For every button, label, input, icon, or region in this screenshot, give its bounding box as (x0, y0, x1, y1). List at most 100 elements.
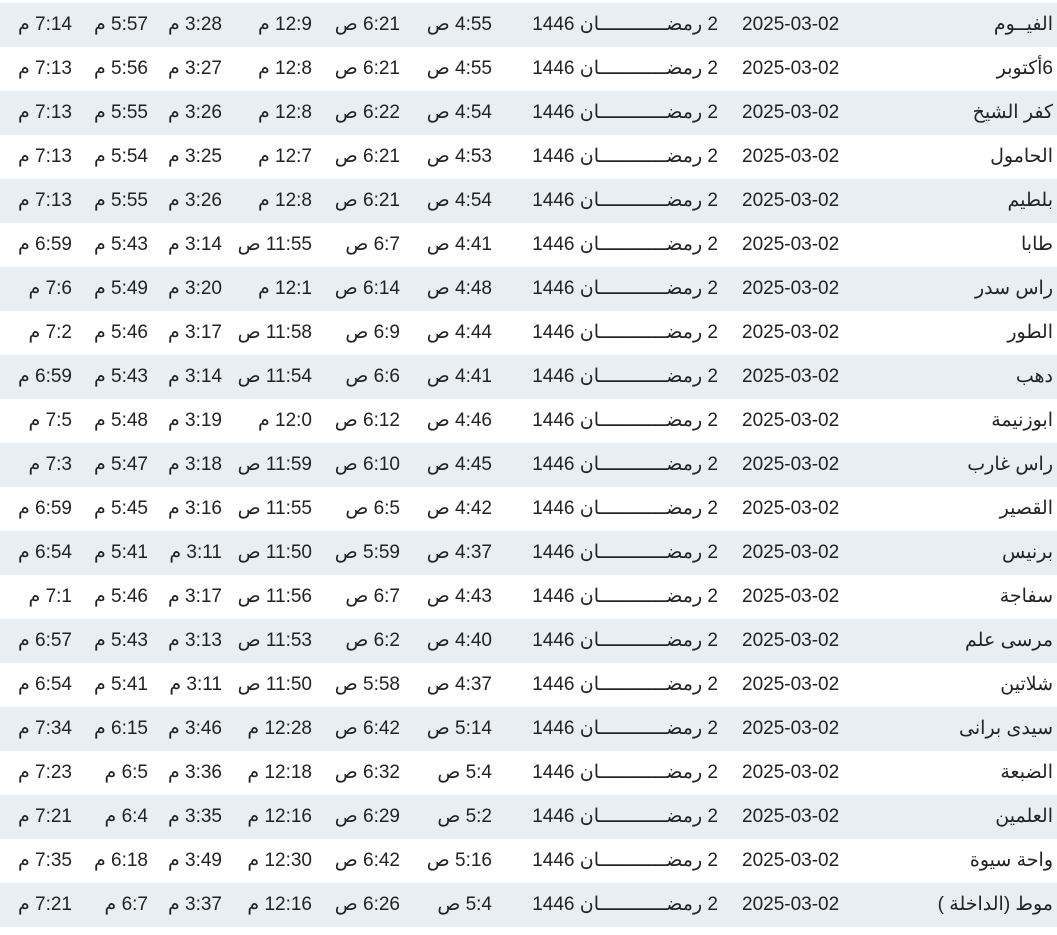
gregorian-date-cell: 2025-03-02 (742, 806, 840, 827)
maghrib-time-cell: 5:56 م (93, 58, 148, 79)
city-cell: 6أكتوبر (996, 58, 1053, 79)
gregorian-date-cell: 2025-03-02 (742, 542, 840, 563)
isha-time-cell: 7:21 م (17, 894, 72, 915)
table-row: راس غارب 2025-03-02 2 رمضــــــــــــان 14… (0, 443, 1057, 487)
city-cell: موط (الداخلة ) (937, 894, 1053, 915)
city-cell: الطور (1007, 322, 1053, 343)
maghrib-time-cell: 5:55 م (93, 102, 148, 123)
fajr-time-cell: 4:37 ص (426, 674, 492, 695)
hijri-date-cell: 2 رمضــــــــــــان 1446 (532, 14, 718, 35)
isha-time-cell: 6:59 م (17, 234, 72, 255)
table-row: العلمين 2025-03-02 2 رمضــــــــــــان 144… (0, 795, 1057, 839)
isha-time-cell: 6:57 م (17, 630, 72, 651)
isha-time-cell: 7:13 م (17, 190, 72, 211)
fajr-time-cell: 4:42 ص (426, 498, 492, 519)
asr-time-cell: 3:17 م (167, 586, 222, 607)
asr-time-cell: 3:17 م (167, 322, 222, 343)
fajr-time-cell: 4:53 ص (426, 146, 492, 167)
hijri-date-cell: 2 رمضــــــــــــان 1446 (532, 498, 718, 519)
gregorian-date-cell: 2025-03-02 (742, 234, 840, 255)
sunrise-time-cell: 6:32 ص (334, 762, 400, 783)
gregorian-date-cell: 2025-03-02 (742, 630, 840, 651)
asr-time-cell: 3:11 م (169, 674, 222, 695)
fajr-time-cell: 4:48 ص (426, 278, 492, 299)
dhuhr-time-cell: 11:54 ص (237, 366, 312, 387)
asr-time-cell: 3:20 م (167, 278, 222, 299)
sunrise-time-cell: 5:59 ص (334, 542, 400, 563)
fajr-time-cell: 4:54 ص (426, 190, 492, 211)
maghrib-time-cell: 5:54 م (93, 146, 148, 167)
maghrib-time-cell: 6:18 م (93, 850, 148, 871)
maghrib-time-cell: 5:48 م (93, 410, 148, 431)
dhuhr-time-cell: 12:7 م (257, 146, 312, 167)
gregorian-date-cell: 2025-03-02 (742, 322, 840, 343)
hijri-date-cell: 2 رمضــــــــــــان 1446 (532, 586, 718, 607)
city-cell: واحة سيوة (969, 850, 1053, 871)
maghrib-time-cell: 5:41 م (93, 674, 148, 695)
asr-time-cell: 3:25 م (167, 146, 222, 167)
maghrib-time-cell: 5:55 م (93, 190, 148, 211)
prayer-times-table: الفيــوم 2025-03-02 2 رمضــــــــــــان 14… (0, 3, 1057, 927)
hijri-date-cell: 2 رمضــــــــــــان 1446 (532, 762, 718, 783)
table-row: الضبعة 2025-03-02 2 رمضــــــــــــان 1446… (0, 751, 1057, 795)
asr-time-cell: 3:14 م (167, 234, 222, 255)
maghrib-time-cell: 5:47 م (93, 454, 148, 475)
city-cell: سفاجة (999, 586, 1053, 607)
hijri-date-cell: 2 رمضــــــــــــان 1446 (532, 806, 718, 827)
asr-time-cell: 3:46 م (167, 718, 222, 739)
dhuhr-time-cell: 12:8 م (257, 58, 312, 79)
gregorian-date-cell: 2025-03-02 (742, 586, 840, 607)
hijri-date-cell: 2 رمضــــــــــــان 1446 (532, 454, 718, 475)
table-row: شلاتين 2025-03-02 2 رمضــــــــــــان 1446… (0, 663, 1057, 707)
dhuhr-time-cell: 12:0 م (257, 410, 312, 431)
dhuhr-time-cell: 12:28 م (247, 718, 312, 739)
table-row: ابوزنيمة 2025-03-02 2 رمضــــــــــــان 14… (0, 399, 1057, 443)
asr-time-cell: 3:14 م (167, 366, 222, 387)
isha-time-cell: 7:21 م (17, 806, 72, 827)
table-row: دهب 2025-03-02 2 رمضــــــــــــان 1446 4:4… (0, 355, 1057, 399)
dhuhr-time-cell: 12:1 م (257, 278, 312, 299)
dhuhr-time-cell: 11:50 ص (237, 674, 312, 695)
gregorian-date-cell: 2025-03-02 (742, 278, 840, 299)
hijri-date-cell: 2 رمضــــــــــــان 1446 (532, 630, 718, 651)
maghrib-time-cell: 5:43 م (93, 630, 148, 651)
dhuhr-time-cell: 12:16 م (247, 806, 312, 827)
dhuhr-time-cell: 11:55 ص (237, 234, 312, 255)
asr-time-cell: 3:19 م (167, 410, 222, 431)
isha-time-cell: 7:13 م (17, 58, 72, 79)
fajr-time-cell: 5:4 ص (437, 894, 492, 915)
fajr-time-cell: 5:16 ص (426, 850, 492, 871)
fajr-time-cell: 4:37 ص (426, 542, 492, 563)
maghrib-time-cell: 5:43 م (93, 234, 148, 255)
sunrise-time-cell: 6:2 ص (345, 630, 400, 651)
table-row: 6أكتوبر 2025-03-02 2 رمضــــــــــــان 144… (0, 47, 1057, 91)
isha-time-cell: 7:34 م (17, 718, 72, 739)
hijri-date-cell: 2 رمضــــــــــــان 1446 (532, 58, 718, 79)
dhuhr-time-cell: 12:9 م (257, 14, 312, 35)
isha-time-cell: 7:1 م (28, 586, 72, 607)
dhuhr-time-cell: 11:59 ص (237, 454, 312, 475)
sunrise-time-cell: 6:29 ص (334, 806, 400, 827)
sunrise-time-cell: 6:21 ص (334, 58, 400, 79)
fajr-time-cell: 4:41 ص (426, 234, 492, 255)
dhuhr-time-cell: 11:58 ص (237, 322, 312, 343)
sunrise-time-cell: 6:42 ص (334, 718, 400, 739)
gregorian-date-cell: 2025-03-02 (742, 14, 840, 35)
city-cell: شلاتين (1000, 674, 1053, 695)
hijri-date-cell: 2 رمضــــــــــــان 1446 (532, 146, 718, 167)
sunrise-time-cell: 6:14 ص (334, 278, 400, 299)
sunrise-time-cell: 6:9 ص (345, 322, 400, 343)
sunrise-time-cell: 6:6 ص (345, 366, 400, 387)
city-cell: ابوزنيمة (991, 410, 1053, 431)
table-row: مرسى علم 2025-03-02 2 رمضــــــــــــان 14… (0, 619, 1057, 663)
isha-time-cell: 7:13 م (17, 102, 72, 123)
hijri-date-cell: 2 رمضــــــــــــان 1446 (532, 190, 718, 211)
city-cell: كفر الشيخ (972, 102, 1053, 123)
sunrise-time-cell: 6:21 ص (334, 146, 400, 167)
table-row: طابا 2025-03-02 2 رمضــــــــــــان 1446 4:… (0, 223, 1057, 267)
isha-time-cell: 7:5 م (28, 410, 72, 431)
sunrise-time-cell: 6:21 ص (334, 190, 400, 211)
isha-time-cell: 6:59 م (17, 498, 72, 519)
city-cell: راس سدر (975, 278, 1053, 299)
hijri-date-cell: 2 رمضــــــــــــان 1446 (532, 894, 718, 915)
